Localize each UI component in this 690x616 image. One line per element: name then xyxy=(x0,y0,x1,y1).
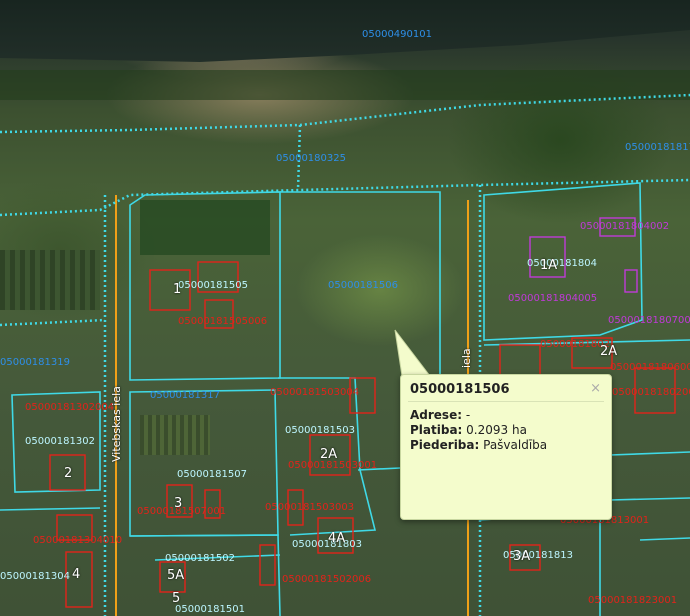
parcel-label: 05000181503 xyxy=(285,425,355,436)
street-label: iela xyxy=(460,348,473,368)
parcel-label: 05000181817 xyxy=(625,142,690,153)
house-number: 4A xyxy=(328,531,346,546)
building-label-magenta: 05000181804005 xyxy=(508,293,598,304)
parcel-label: 05000181507 xyxy=(177,469,247,480)
owner-value: Pašvaldība xyxy=(483,438,548,452)
parcel-label: 05000181803 xyxy=(292,539,362,550)
building-label: 05000181502006 xyxy=(282,574,372,585)
address-label: Adrese: xyxy=(410,408,463,422)
street-label: Vitebskas iela xyxy=(110,386,123,462)
parcel-label: 05000181505 xyxy=(178,280,248,291)
popup-pointer xyxy=(394,329,432,377)
popup-divider xyxy=(408,401,604,402)
building-label: 05000181503001 xyxy=(288,460,378,471)
house-number: 2 xyxy=(64,466,73,481)
popup-address-row: Adrese: - xyxy=(410,408,470,422)
house-number: 3A xyxy=(513,549,531,564)
building-label: 05000181503004 xyxy=(270,387,360,398)
building-label: 05000181802001 xyxy=(612,387,690,398)
building-label: 05000181304010 xyxy=(33,535,123,546)
house-number: 5 xyxy=(172,591,181,606)
parcel-label: 05000180325 xyxy=(276,153,346,164)
parcel-label: 05000181502 xyxy=(165,553,235,564)
parcel-label: 05000181501 xyxy=(175,604,245,615)
parcel-label: 05000181319 xyxy=(0,357,70,368)
parcel-label: 05000181302 xyxy=(25,436,95,447)
popup-owner-row: Piederiba: Pašvaldība xyxy=(410,438,547,452)
parcel-info-popup: 05000181506 × Adrese: - Platiba: 0.2093 … xyxy=(400,374,612,520)
house-number: 4 xyxy=(72,567,81,582)
parcel-label: 05000181304 xyxy=(0,571,70,582)
area-value: 0.2093 ha xyxy=(466,423,527,437)
parcel-label: 05000181804 xyxy=(527,258,597,269)
parcel-label: 05000181506 xyxy=(328,280,398,291)
house-number: 1 xyxy=(173,282,182,297)
house-number: 5A xyxy=(167,568,185,583)
building-label: 05000181505006 xyxy=(178,316,268,327)
building-label: 05000181503003 xyxy=(265,502,355,513)
orthophoto-map[interactable]: 05000490101 05000181817 05000181506 0500… xyxy=(0,0,690,616)
house-number: 1A xyxy=(540,258,558,273)
popup-area-row: Platiba: 0.2093 ha xyxy=(410,423,527,437)
popup-title: 05000181506 xyxy=(410,382,510,397)
house-number: 2A xyxy=(600,344,618,359)
building-label: 05000181302004 xyxy=(25,402,115,413)
building-label: 05000181823001 xyxy=(588,595,678,606)
house-number: 2A xyxy=(320,447,338,462)
building-label-magenta: 05000181804002 xyxy=(580,221,670,232)
building-label: 05000181806002 xyxy=(610,362,690,373)
address-value: - xyxy=(465,408,471,422)
parcel-label: 05000490101 xyxy=(362,29,432,40)
parcel-label: 05000181317 xyxy=(150,390,220,401)
building-label-magenta: 05000181807001 xyxy=(608,315,690,326)
house-number: 3 xyxy=(174,496,183,511)
close-icon[interactable]: × xyxy=(590,381,601,396)
owner-label: Piederiba: xyxy=(410,438,480,452)
area-label: Platiba: xyxy=(410,423,463,437)
